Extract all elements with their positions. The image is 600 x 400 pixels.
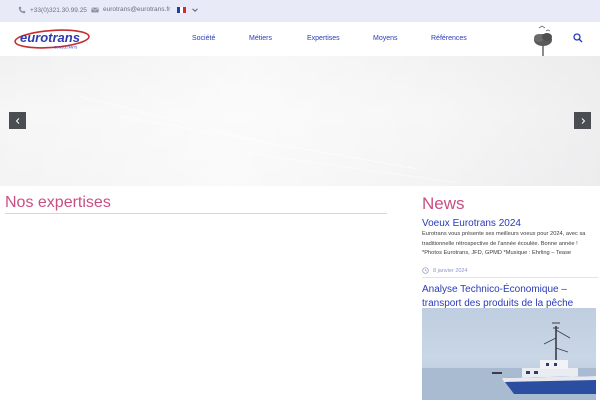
phone-icon xyxy=(18,6,26,14)
chevron-right-icon xyxy=(581,117,585,124)
news-body-line: Eurotrans vous présente ses meilleurs vo… xyxy=(422,231,586,237)
chevron-left-icon xyxy=(15,117,19,124)
news-item-body: Eurotrans vous présente ses meilleurs vo… xyxy=(422,230,598,259)
site-header: eurotrans CONSULTANTS Société Métiers Ex… xyxy=(0,22,600,58)
divider xyxy=(5,213,387,214)
news-item-image[interactable] xyxy=(422,308,596,400)
email-address: eurotrans@eurotrans.fr xyxy=(103,6,171,13)
logo-text: eurotrans xyxy=(20,30,80,45)
news-body-line: traditionnelle rétrospective de l'année … xyxy=(422,240,578,247)
hero-slider xyxy=(0,56,600,186)
top-bar: +33(0)321.30.99.25 eurotrans@eurotrans.f… xyxy=(0,0,600,22)
email-contact[interactable]: eurotrans@eurotrans.fr xyxy=(91,6,170,13)
news-body-line: *Photos Eurotrans, JFD, GPMD *Musique : … xyxy=(422,250,572,256)
news-heading: News xyxy=(422,194,465,213)
divider xyxy=(422,277,598,278)
envelope-icon xyxy=(91,7,99,12)
phone-contact[interactable]: +33(0)321.30.99.25 xyxy=(18,6,87,14)
news-date-text: 8 janvier 2024 xyxy=(433,267,468,274)
slider-prev-button[interactable] xyxy=(9,112,26,129)
nav-references[interactable]: Références xyxy=(431,35,467,42)
chevron-down-icon[interactable] xyxy=(190,5,200,15)
news-item-title[interactable]: Analyse Technico-Économique – transport … xyxy=(422,283,598,311)
french-flag-icon[interactable] xyxy=(177,7,186,13)
boat-illustration xyxy=(422,322,596,400)
news-title-line: Analyse Technico-Économique – xyxy=(422,284,567,295)
slider-image xyxy=(0,56,600,186)
nav-moyens[interactable]: Moyens xyxy=(373,35,398,42)
logo-subtext: CONSULTANTS xyxy=(54,46,77,50)
eurotrans-logo[interactable]: eurotrans CONSULTANTS xyxy=(14,27,92,51)
expertises-heading: Nos expertises xyxy=(5,194,111,211)
tree-decoration-icon xyxy=(534,25,552,58)
nav-societe[interactable]: Société xyxy=(192,35,215,42)
nav-expertises[interactable]: Expertises xyxy=(307,35,340,42)
search-icon[interactable] xyxy=(573,33,583,43)
phone-number: +33(0)321.30.99.25 xyxy=(30,6,87,14)
slider-next-button[interactable] xyxy=(574,112,591,129)
news-item-title[interactable]: Voeux Eurotrans 2024 xyxy=(422,218,521,229)
clock-icon xyxy=(422,267,429,274)
nav-metiers[interactable]: Métiers xyxy=(249,35,272,42)
news-item-date: 8 janvier 2024 xyxy=(422,267,468,274)
